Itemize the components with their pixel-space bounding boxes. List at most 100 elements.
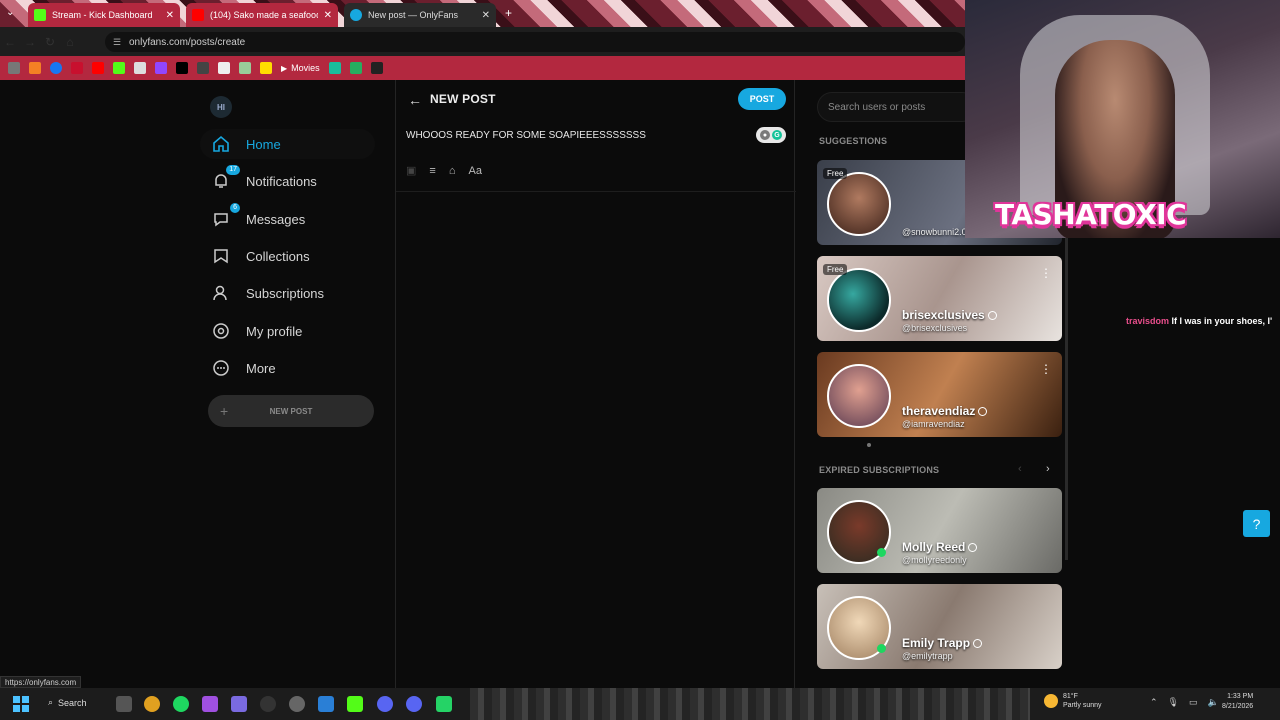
sidebar-item-label: Notifications bbox=[246, 173, 317, 189]
scrollbar[interactable] bbox=[1065, 238, 1068, 560]
bookmark-icon bbox=[211, 246, 231, 266]
suggestion-card[interactable]: ⋮ theravendiaz @iamravendiaz bbox=[817, 352, 1062, 437]
clock-date: 8/21/2026 bbox=[1222, 703, 1254, 710]
tab-kick-dashboard[interactable]: Stream - Kick Dashboard ✕ bbox=[28, 3, 180, 27]
chevron-up-icon[interactable]: ⌃ bbox=[1150, 697, 1158, 708]
back-arrow-icon[interactable]: ← bbox=[408, 92, 422, 108]
new-tab-icon[interactable]: + bbox=[505, 6, 512, 20]
online-indicator bbox=[877, 548, 886, 557]
verified-icon bbox=[987, 311, 997, 321]
clock[interactable]: 1:33 PM 8/21/2026 bbox=[1222, 692, 1253, 712]
online-indicator bbox=[877, 644, 886, 653]
bookmark-icon[interactable] bbox=[134, 62, 146, 74]
expired-card[interactable]: Molly Reed @mollyreedonly bbox=[817, 488, 1062, 573]
app-icon[interactable] bbox=[289, 696, 305, 712]
bookmark-icon[interactable] bbox=[29, 62, 41, 74]
price-tag-icon[interactable]: ⌂ bbox=[449, 165, 456, 177]
twitch-icon[interactable] bbox=[155, 62, 167, 74]
streamer-name-overlay: TASHATOXIC bbox=[995, 198, 1187, 231]
kick-icon[interactable] bbox=[113, 62, 125, 74]
tab-youtube[interactable]: (104) Sako made a seafood boil ✕ bbox=[186, 3, 338, 27]
new-post-button[interactable]: + NEW POST bbox=[208, 395, 374, 427]
sidebar-item-subscriptions[interactable]: Subscriptions bbox=[200, 278, 375, 308]
weather-widget[interactable]: 81°F Partly sunny bbox=[1044, 692, 1102, 710]
grammarly-widget[interactable]: ● G bbox=[756, 127, 786, 143]
tab-list-chevron-icon[interactable]: ⌄ bbox=[6, 7, 14, 18]
microphone-icon[interactable]: 🎙 bbox=[1168, 697, 1179, 708]
site-info-icon[interactable]: ☰ bbox=[113, 37, 123, 47]
facebook-icon[interactable] bbox=[50, 62, 62, 74]
close-tab-icon[interactable]: ✕ bbox=[166, 10, 174, 21]
forward-nav-icon[interactable]: → bbox=[20, 35, 40, 49]
whatsapp-icon[interactable] bbox=[436, 696, 452, 712]
suggestion-name: brisexclusives bbox=[902, 308, 997, 322]
address-bar-row: ← → ↻ ⌂ ☰ onlyfans.com/posts/create bbox=[0, 27, 965, 56]
chevron-left-icon[interactable]: ‹ bbox=[1018, 463, 1022, 475]
sidebar-item-my-profile[interactable]: My profile bbox=[200, 316, 375, 346]
image-icon[interactable]: ▣ bbox=[406, 164, 416, 177]
chat-message: travisdom If I was in your shoes, I' bbox=[1126, 316, 1272, 326]
taskbar-search[interactable]: ⌕ Search bbox=[48, 697, 87, 708]
sidebar-item-more[interactable]: More bbox=[200, 353, 375, 383]
sidebar-item-home[interactable]: Home bbox=[200, 129, 375, 159]
sidebar-item-label: Collections bbox=[246, 248, 310, 264]
carousel-dot[interactable] bbox=[867, 443, 871, 447]
avatar bbox=[827, 172, 891, 236]
apps-grid-icon[interactable] bbox=[231, 696, 247, 712]
notes-icon[interactable] bbox=[318, 696, 334, 712]
right-column: Search users or posts SUGGESTIONS Free @… bbox=[795, 80, 1068, 688]
bookmark-icon[interactable] bbox=[328, 62, 341, 74]
discord-icon[interactable] bbox=[406, 696, 422, 712]
text-format-icon[interactable]: Aa bbox=[468, 165, 481, 177]
bell-icon: 17 bbox=[211, 165, 240, 191]
tab-onlyfans[interactable]: New post — OnlyFans ✕ bbox=[344, 3, 496, 27]
chevron-right-icon[interactable]: › bbox=[1046, 463, 1050, 475]
expired-subscriptions-title: EXPIRED SUBSCRIPTIONS bbox=[819, 465, 940, 475]
url-field[interactable]: ☰ onlyfans.com/posts/create bbox=[105, 32, 965, 52]
youtube-icon[interactable] bbox=[92, 62, 104, 74]
home-nav-icon[interactable]: ⌂ bbox=[60, 35, 80, 49]
back-nav-icon[interactable]: ← bbox=[0, 35, 20, 49]
close-tab-icon[interactable]: ✕ bbox=[324, 10, 332, 21]
bookmark-icon[interactable] bbox=[370, 62, 383, 74]
more-options-icon[interactable]: ⋮ bbox=[1040, 362, 1052, 376]
chrome-icon[interactable] bbox=[144, 696, 160, 712]
divider bbox=[396, 191, 796, 192]
speaker-icon[interactable]: 🔈 bbox=[1208, 697, 1219, 708]
avatar[interactable]: HI bbox=[210, 96, 232, 118]
chat-text: If I was in your shoes, I' bbox=[1171, 316, 1273, 326]
sidebar-item-label: Home bbox=[246, 136, 281, 152]
bookmark-icon[interactable] bbox=[239, 62, 251, 74]
clock-time: 1:33 PM bbox=[1227, 693, 1254, 700]
reload-icon[interactable]: ↻ bbox=[40, 35, 60, 49]
search-input[interactable]: Search users or posts bbox=[817, 92, 977, 122]
bookmark-icon[interactable] bbox=[349, 62, 362, 74]
sidebar-item-messages[interactable]: 6 Messages bbox=[200, 203, 375, 234]
kick-icon[interactable] bbox=[347, 696, 363, 712]
obs-icon[interactable] bbox=[202, 696, 218, 712]
bookmark-icon[interactable] bbox=[218, 62, 230, 74]
post-text-input[interactable]: WHOOOS READY FOR SOME SOAPIEEESSSSSSS bbox=[406, 130, 646, 141]
suggestion-card[interactable]: Free ⋮ brisexclusives @brisexclusives bbox=[817, 256, 1062, 341]
windows-start-icon[interactable] bbox=[13, 696, 29, 712]
free-badge: Free bbox=[823, 264, 848, 275]
spotify-icon[interactable] bbox=[173, 696, 189, 712]
help-button[interactable]: ? bbox=[1243, 510, 1270, 537]
bookmark-icon[interactable] bbox=[197, 62, 209, 74]
network-icon[interactable]: ▭ bbox=[1189, 697, 1198, 708]
bookmark-icon[interactable] bbox=[8, 62, 20, 74]
align-icon[interactable]: ≡ bbox=[429, 165, 435, 177]
app-icon[interactable] bbox=[260, 696, 276, 712]
sidebar-item-collections[interactable]: Collections bbox=[200, 241, 375, 271]
sidebar-item-notifications[interactable]: 17 Notifications bbox=[200, 165, 375, 196]
more-options-icon[interactable]: ⋮ bbox=[1040, 266, 1052, 280]
x-icon[interactable] bbox=[176, 62, 188, 74]
close-tab-icon[interactable]: ✕ bbox=[482, 10, 490, 21]
discord-icon[interactable] bbox=[377, 696, 393, 712]
bookmark-icon[interactable] bbox=[71, 62, 83, 74]
post-button[interactable]: POST bbox=[738, 88, 786, 110]
expired-card[interactable]: Emily Trapp @emilytrapp bbox=[817, 584, 1062, 669]
bookmark-movies[interactable]: ▶ Movies bbox=[281, 63, 320, 73]
file-explorer-icon[interactable] bbox=[116, 696, 132, 712]
bookmark-icon[interactable] bbox=[260, 62, 272, 74]
